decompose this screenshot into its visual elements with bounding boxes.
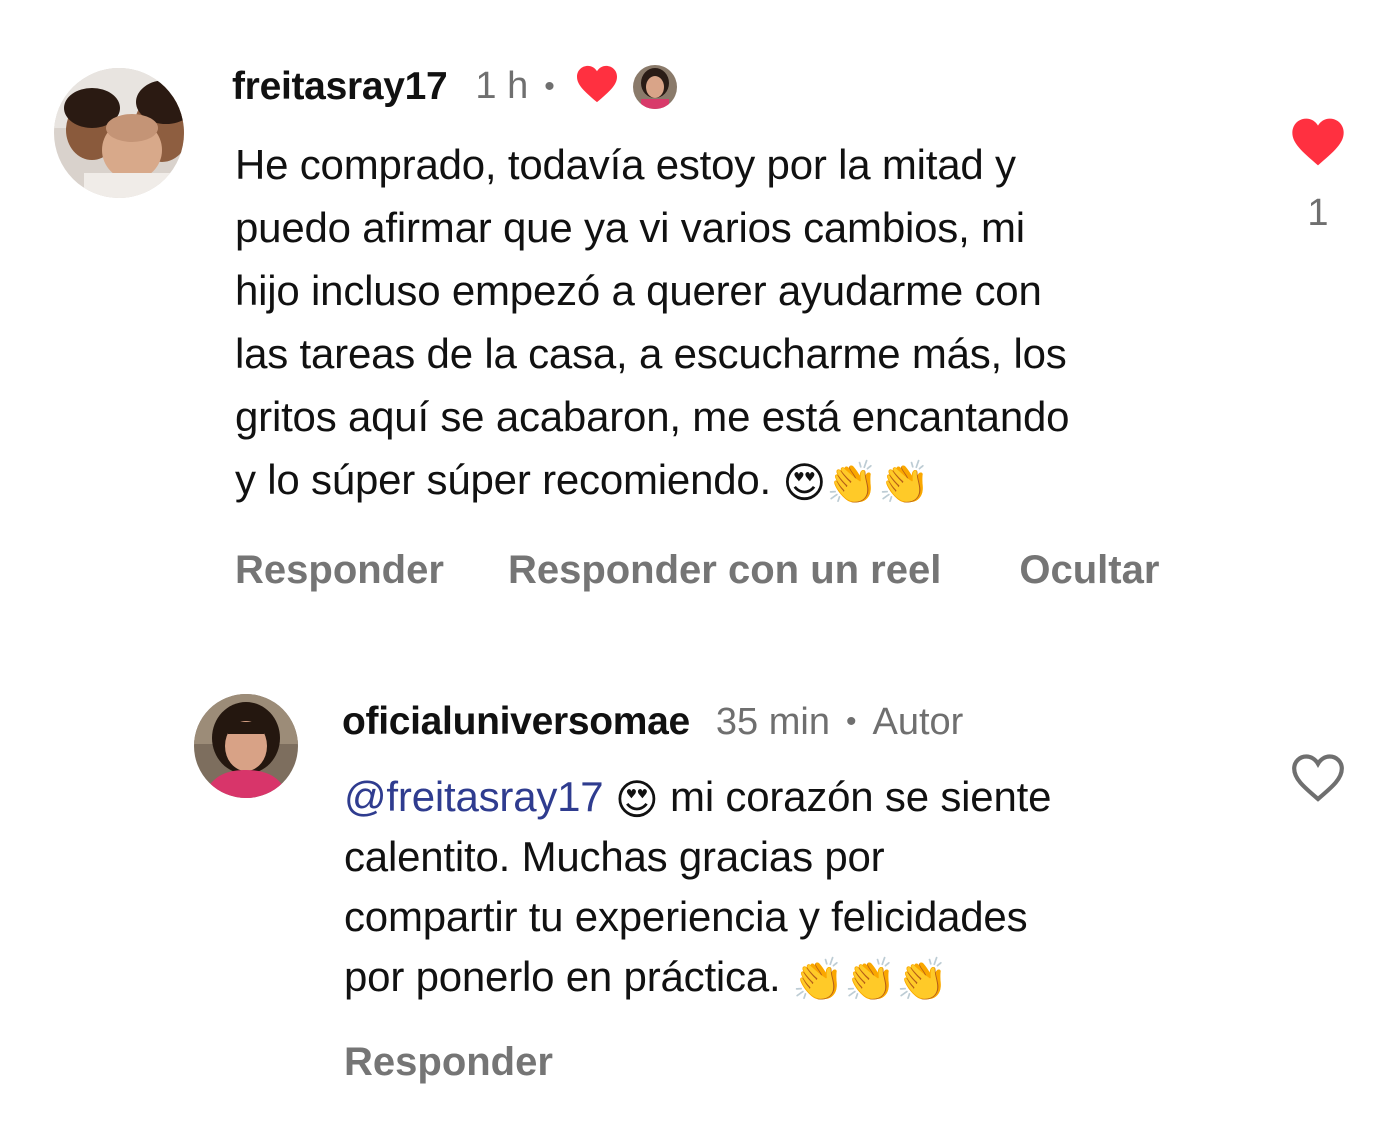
emoji-sequence: 👏👏👏	[791, 954, 949, 1004]
author-badge: Autor	[872, 700, 964, 743]
comment-line: gritos aquí se acabaron, me está encanta…	[235, 393, 1070, 440]
reply-line: calentito. Muchas gracias por	[344, 833, 885, 880]
reply-with-reel-button[interactable]: Responder con un reel	[508, 548, 941, 593]
mention-link[interactable]: @freitasray17	[344, 773, 604, 820]
like-count[interactable]: 1	[1288, 192, 1348, 235]
comment-line: He comprado, todavía estoy por la mitad …	[235, 141, 1016, 188]
avatar[interactable]	[54, 68, 184, 198]
reply-button[interactable]: Responder	[344, 1040, 553, 1085]
comment-line: y lo súper súper recomiendo.	[235, 456, 772, 503]
comment-thread: freitasray17 1 h • He comprado, todavía …	[0, 0, 1394, 1128]
reply-avatar[interactable]	[194, 694, 298, 798]
hide-button[interactable]: Ocultar	[1019, 548, 1159, 593]
emoji-sequence: 😍👏👏	[782, 457, 931, 507]
reply-button[interactable]: Responder	[235, 548, 444, 593]
comment-header: freitasray17 1 h •	[232, 64, 677, 109]
comment-line: las tareas de la casa, a escucharme más,…	[235, 330, 1067, 377]
like-button[interactable]	[1290, 116, 1346, 173]
comment-line: hijo incluso empezó a querer ayudarme co…	[235, 267, 1042, 314]
reply-line: mi corazón se siente	[670, 773, 1052, 820]
heart-outline-icon	[1292, 754, 1344, 802]
reply-first-line: @freitasray17 😍 mi corazón se siente	[344, 767, 1051, 827]
reply-actions: Responder	[344, 1040, 553, 1085]
reply-header: oficialuniversomae 35 min • Autor	[342, 700, 963, 744]
reply-username[interactable]: oficialuniversomae	[342, 700, 690, 744]
author-liked-heart-icon	[575, 64, 619, 109]
separator-dot: •	[544, 69, 555, 103]
reply-line-last: por ponerlo en práctica. 👏👏👏	[344, 947, 1051, 1007]
reply-line: por ponerlo en práctica.	[344, 953, 781, 1000]
emoji: 😍	[614, 774, 659, 824]
separator-dot: •	[845, 705, 857, 738]
reply-line: compartir tu experiencia y felicidades	[344, 893, 1028, 940]
comment-line: puedo afirmar que ya vi varios cambios, …	[235, 204, 1025, 251]
reply-time: 35 min	[715, 700, 830, 743]
reply-body: @freitasray17 😍 mi corazón se siente cal…	[344, 767, 1051, 1007]
comment-line-last: y lo súper súper recomiendo. 😍👏👏	[235, 448, 1069, 511]
comment-body: He comprado, todavía estoy por la mitad …	[235, 133, 1069, 511]
comment-username[interactable]: freitasray17	[232, 65, 448, 109]
comment-time: 1 h	[475, 65, 529, 107]
comment-actions: Responder Responder con un reel Ocultar	[235, 548, 1159, 593]
heart-filled-icon	[1292, 118, 1344, 166]
author-mini-avatar	[632, 64, 677, 109]
reply-like-button[interactable]	[1290, 752, 1346, 809]
